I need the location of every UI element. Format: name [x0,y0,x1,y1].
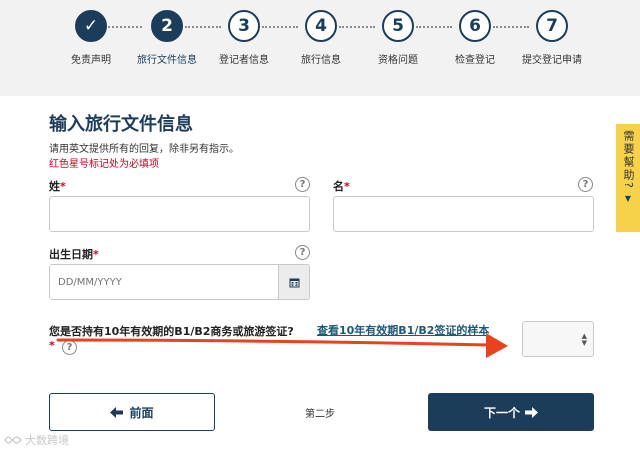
help-glyph: ? [299,179,306,190]
help-glyph: ? [582,179,589,190]
arrow-right-icon [525,406,538,418]
need-help-tab[interactable]: 需要幫助? ▼ [616,124,640,232]
step-label: 登记者信息 [219,55,269,66]
step-submit: 7 提交登记申请 [512,10,592,66]
help-glyph: ? [299,247,306,258]
instructions-text: 请用英文提供所有的回复，除非另有指示。 [49,144,239,155]
required-note: 红色星号标记处为必填项 [49,159,159,170]
step-disclaimer[interactable]: ✓ 免责声明 [51,10,131,66]
help-glyph: ? [66,342,73,353]
watermark: 大数跨境 [4,432,69,448]
dob-label: 出生日期* [49,246,99,262]
help-icon[interactable]: ? [295,177,310,192]
step-review: 6 检查登记 [435,10,515,66]
surname-label-text: 姓 [49,180,60,193]
visa-question-label: 您是否持有10年有效期的B1/B2商务或旅游签证? [49,325,294,338]
step-number: 6 [459,10,491,42]
step-number: 3 [228,10,260,42]
select-caret-icon: ▲ ▼ [581,332,587,347]
surname-label: 姓* [49,178,66,194]
required-star: * [344,180,350,193]
required-star: * [60,180,66,193]
help-icon[interactable]: ? [62,340,77,355]
step-number: 4 [305,10,337,42]
step-indicator: 第二步 [305,409,335,420]
help-icon[interactable]: ? [295,245,310,260]
dob-input[interactable] [50,265,279,299]
step-number: 2 [151,10,183,42]
need-help-label: 需要幫助? [622,130,635,190]
given-name-input[interactable] [333,196,594,232]
back-button[interactable]: 前面 [49,393,215,431]
visa-sample-link[interactable]: 查看10年有效期B1/B2签证的样本 [317,322,489,338]
step-label: 检查登记 [455,55,495,66]
step-label: 旅行信息 [301,55,341,66]
watermark-text: 大数跨境 [25,434,69,447]
step-label: 资格问题 [378,55,418,66]
visa-select[interactable]: ▲ ▼ [522,321,594,357]
given-name-label: 名* [333,178,350,194]
next-button-label: 下一个 [483,405,520,420]
step-eligibility: 5 资格问题 [358,10,438,66]
calendar-icon [289,278,299,287]
step-travel-info: 4 旅行信息 [281,10,361,66]
step-number: 5 [382,10,414,42]
step-number: 7 [536,10,568,42]
watermark-logo-icon [4,436,22,444]
arrow-left-icon [110,406,124,418]
dob-label-text: 出生日期 [49,248,93,261]
required-star: * [93,248,99,261]
caret-down-icon: ▼ [624,193,632,203]
required-star: * [49,339,55,352]
page-title: 输入旅行文件信息 [49,114,193,135]
step-travel-documents[interactable]: 2 旅行文件信息 [127,10,207,66]
help-icon[interactable]: ? [578,177,593,192]
given-name-label-text: 名 [333,180,344,193]
step-label: 旅行文件信息 [137,55,197,66]
calendar-button[interactable] [278,265,309,299]
surname-input[interactable] [49,196,310,232]
dob-field [49,264,310,300]
progress-stepper: ✓ 免责声明 2 旅行文件信息 3 登记者信息 4 旅行信息 5 资格问题 6 … [0,0,640,96]
step-label: 提交登记申请 [522,55,582,66]
step-applicant-info: 3 登记者信息 [204,10,284,66]
next-button[interactable]: 下一个 [428,393,594,431]
step-check-icon: ✓ [75,10,107,42]
back-button-label: 前面 [129,405,154,420]
step-label: 免责声明 [71,55,111,66]
